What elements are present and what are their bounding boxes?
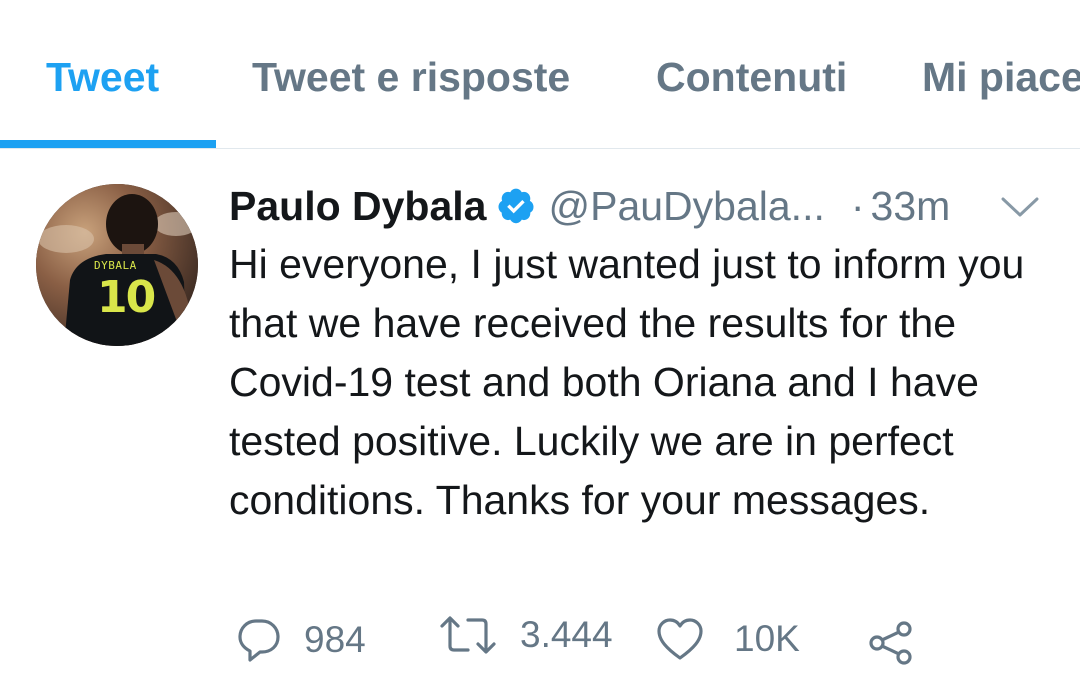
tab-mi-piace[interactable]: Mi piace xyxy=(922,52,1080,102)
tweet-timestamp[interactable]: 33m xyxy=(871,183,951,230)
header-separator: · xyxy=(850,182,865,229)
author-handle[interactable]: @PauDybala... xyxy=(548,183,824,230)
reply-button[interactable]: 984 xyxy=(236,617,366,663)
retweet-button[interactable]: 3.444 xyxy=(440,612,613,658)
tweet-text: Hi everyone, I just wanted just to infor… xyxy=(229,241,1025,523)
avatar-jersey-name: DYBALA xyxy=(94,259,137,272)
active-tab-indicator xyxy=(0,140,216,148)
avatar[interactable]: DYBALA 10 xyxy=(36,184,198,346)
retweet-count: 3.444 xyxy=(520,614,613,655)
avatar-jersey-number: 10 xyxy=(97,272,156,323)
tab-contenuti[interactable]: Contenuti xyxy=(656,52,847,102)
reply-count: 984 xyxy=(304,619,366,660)
tweet[interactable]: DYBALA 10 Paulo Dybala @PauDybala... · 3… xyxy=(0,149,1080,683)
profile-tabs: Tweet Tweet e risposte Contenuti Mi piac… xyxy=(0,0,1080,149)
verified-badge-icon xyxy=(498,188,534,224)
tweet-header: Paulo Dybala @PauDybala... · 33m xyxy=(229,181,950,231)
retweet-icon xyxy=(440,616,496,654)
author-name[interactable]: Paulo Dybala xyxy=(229,183,486,230)
chevron-down-icon[interactable] xyxy=(1000,195,1040,219)
tab-tweet-e-risposte[interactable]: Tweet e risposte xyxy=(252,52,570,102)
like-count: 10K xyxy=(734,618,800,659)
like-button[interactable]: 10K xyxy=(656,617,800,661)
like-icon xyxy=(657,618,703,660)
share-button[interactable] xyxy=(868,620,914,666)
share-icon xyxy=(869,621,912,665)
reply-icon xyxy=(238,619,280,662)
tab-tweet[interactable]: Tweet xyxy=(46,52,159,102)
